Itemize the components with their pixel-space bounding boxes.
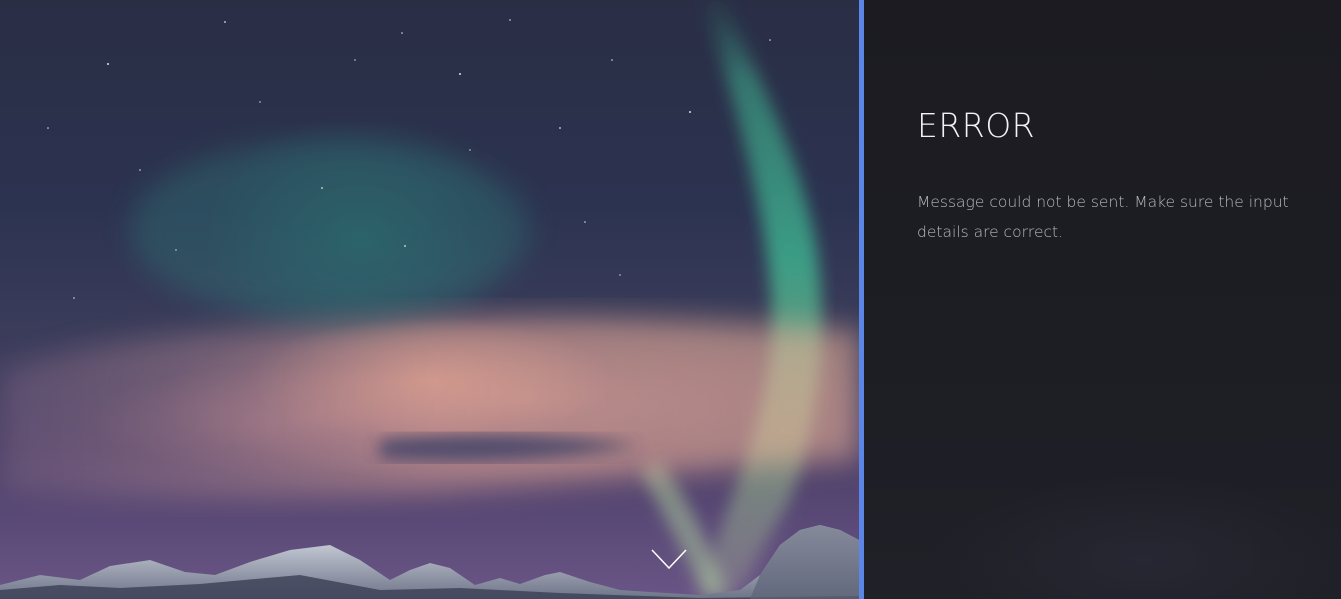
scroll-down-button[interactable]	[651, 548, 687, 572]
chevron-down-icon	[651, 549, 687, 570]
error-title: ERROR	[917, 106, 1036, 145]
error-message: Message could not be sent. Make sure the…	[917, 193, 1289, 241]
hero-background-image	[0, 0, 859, 599]
error-panel: ERROR Message could not be sent. Make su…	[864, 0, 1341, 599]
page: ERROR Message could not be sent. Make su…	[0, 0, 1341, 599]
aurora-landscape-illustration	[0, 0, 859, 599]
